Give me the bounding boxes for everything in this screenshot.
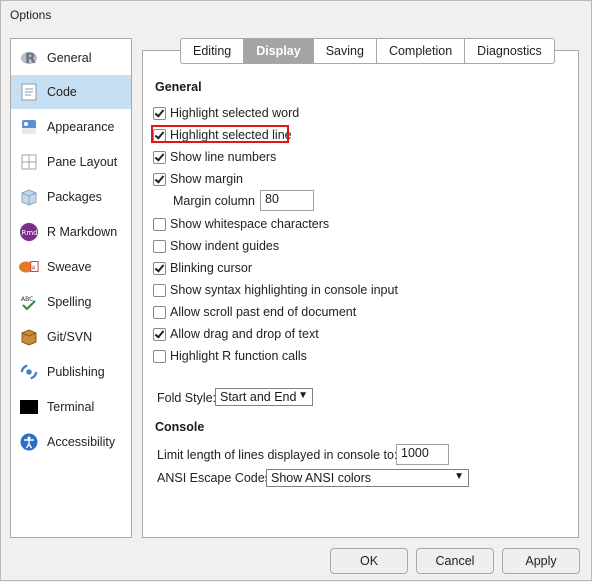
option-highlight-selected-word[interactable]: Highlight selected word <box>153 104 299 122</box>
fold-style-label: Fold Style: <box>157 391 217 405</box>
sidebar-item-label: General <box>47 51 92 65</box>
ansi-codes-value: Show ANSI colors <box>271 471 372 485</box>
checkbox[interactable] <box>153 106 166 120</box>
console-limit-input[interactable]: 1000 <box>396 444 449 465</box>
spellcheck-icon: ABC <box>19 292 39 312</box>
publishing-icon <box>19 362 39 382</box>
tab-diagnostics[interactable]: Diagnostics <box>464 38 555 64</box>
option-blinking-cursor[interactable]: Blinking cursor <box>153 259 252 277</box>
tab-editing[interactable]: Editing <box>180 38 244 64</box>
sidebar-item-terminal[interactable]: Terminal <box>11 390 131 424</box>
apply-button[interactable]: Apply <box>502 548 580 574</box>
ansi-codes-select[interactable]: Show ANSI colors ▼ <box>266 469 469 487</box>
fold-style-value: Start and End <box>220 390 297 404</box>
git-box-icon <box>19 327 39 347</box>
ansi-codes-label: ANSI Escape Codes: <box>157 471 275 485</box>
checkbox[interactable] <box>153 239 166 253</box>
tab-display[interactable]: Display <box>243 38 313 64</box>
sidebar-item-packages[interactable]: Packages <box>11 180 131 214</box>
checkbox[interactable] <box>153 349 166 363</box>
sidebar-item-appearance[interactable]: Appearance <box>11 110 131 144</box>
checkbox[interactable] <box>153 261 166 275</box>
sidebar-item-label: Pane Layout <box>47 155 118 169</box>
rmd-icon: Rmd <box>19 222 39 242</box>
sidebar-item-label: Code <box>47 85 77 99</box>
sidebar-item-spelling[interactable]: ABC Spelling <box>11 285 131 319</box>
sidebar-item-label: Accessibility <box>47 435 116 449</box>
cancel-button[interactable]: Cancel <box>416 548 494 574</box>
sidebar-item-label: Spelling <box>47 295 92 309</box>
option-show-line-numbers[interactable]: Show line numbers <box>153 148 276 166</box>
console-limit-label: Limit length of lines displayed in conso… <box>157 448 398 462</box>
sweave-icon: A <box>19 257 39 277</box>
sidebar-item-git-svn[interactable]: Git/SVN <box>11 320 131 354</box>
sidebar-item-label: Appearance <box>47 120 115 134</box>
sidebar-item-label: R Markdown <box>47 225 118 239</box>
ok-button[interactable]: OK <box>330 548 408 574</box>
window-title: Options <box>10 8 52 22</box>
option-scroll-past-end[interactable]: Allow scroll past end of document <box>153 303 356 321</box>
svg-text:ABC: ABC <box>21 296 33 303</box>
sidebar-item-sweave[interactable]: A Sweave <box>11 250 131 284</box>
terminal-icon <box>19 397 39 417</box>
checkbox[interactable] <box>153 150 166 164</box>
checkbox[interactable] <box>153 305 166 319</box>
svg-text:A: A <box>32 266 36 272</box>
option-syntax-highlighting-console[interactable]: Show syntax highlighting in console inpu… <box>153 281 398 299</box>
sidebar-item-accessibility[interactable]: Accessibility <box>11 425 131 459</box>
tab-bar: Editing Display Saving Completion Diagno… <box>180 38 555 64</box>
tab-completion[interactable]: Completion <box>375 38 465 64</box>
title-bar: Options <box>0 0 592 29</box>
checkbox[interactable] <box>153 217 166 231</box>
sidebar-item-label: Sweave <box>47 260 92 274</box>
checkbox[interactable] <box>153 283 166 297</box>
sidebar-item-label: Packages <box>47 190 102 204</box>
package-box-icon <box>19 187 39 207</box>
checkbox[interactable] <box>153 172 166 186</box>
sidebar: R General Code Appearance Pane Layout Pa… <box>10 38 132 538</box>
option-drag-drop-text[interactable]: Allow drag and drop of text <box>153 325 319 343</box>
sidebar-item-label: Terminal <box>47 400 95 414</box>
option-show-margin[interactable]: Show margin <box>153 170 243 188</box>
margin-column-label: Margin column <box>173 194 255 208</box>
sidebar-item-publishing[interactable]: Publishing <box>11 355 131 389</box>
general-heading: General <box>155 80 202 94</box>
pane-layout-icon <box>19 152 39 172</box>
sidebar-item-label: Publishing <box>47 365 105 379</box>
dropdown-arrow-icon: ▼ <box>298 390 308 401</box>
r-logo-icon: R <box>19 48 39 68</box>
sidebar-item-pane-layout[interactable]: Pane Layout <box>11 145 131 179</box>
code-document-icon <box>19 82 39 102</box>
sidebar-item-r-markdown[interactable]: Rmd R Markdown <box>11 215 131 249</box>
tab-saving[interactable]: Saving <box>312 38 376 64</box>
option-highlight-r-function-calls[interactable]: Highlight R function calls <box>153 347 307 365</box>
dropdown-arrow-icon: ▼ <box>454 471 464 482</box>
console-heading: Console <box>155 420 205 434</box>
sidebar-item-general[interactable]: R General <box>11 41 131 75</box>
svg-text:Rmd: Rmd <box>22 229 38 237</box>
sidebar-item-label: Git/SVN <box>47 330 93 344</box>
accessibility-icon <box>19 432 39 452</box>
option-show-whitespace[interactable]: Show whitespace characters <box>153 215 329 233</box>
option-show-indent-guides[interactable]: Show indent guides <box>153 237 279 255</box>
checkbox[interactable] <box>153 327 166 341</box>
paint-palette-icon <box>19 117 39 137</box>
margin-column-input[interactable]: 80 <box>260 190 314 211</box>
sidebar-item-code[interactable]: Code <box>11 75 131 109</box>
highlight-annotation-box <box>151 125 289 143</box>
svg-text:R: R <box>25 51 36 67</box>
fold-style-select[interactable]: Start and End ▼ <box>215 388 313 406</box>
